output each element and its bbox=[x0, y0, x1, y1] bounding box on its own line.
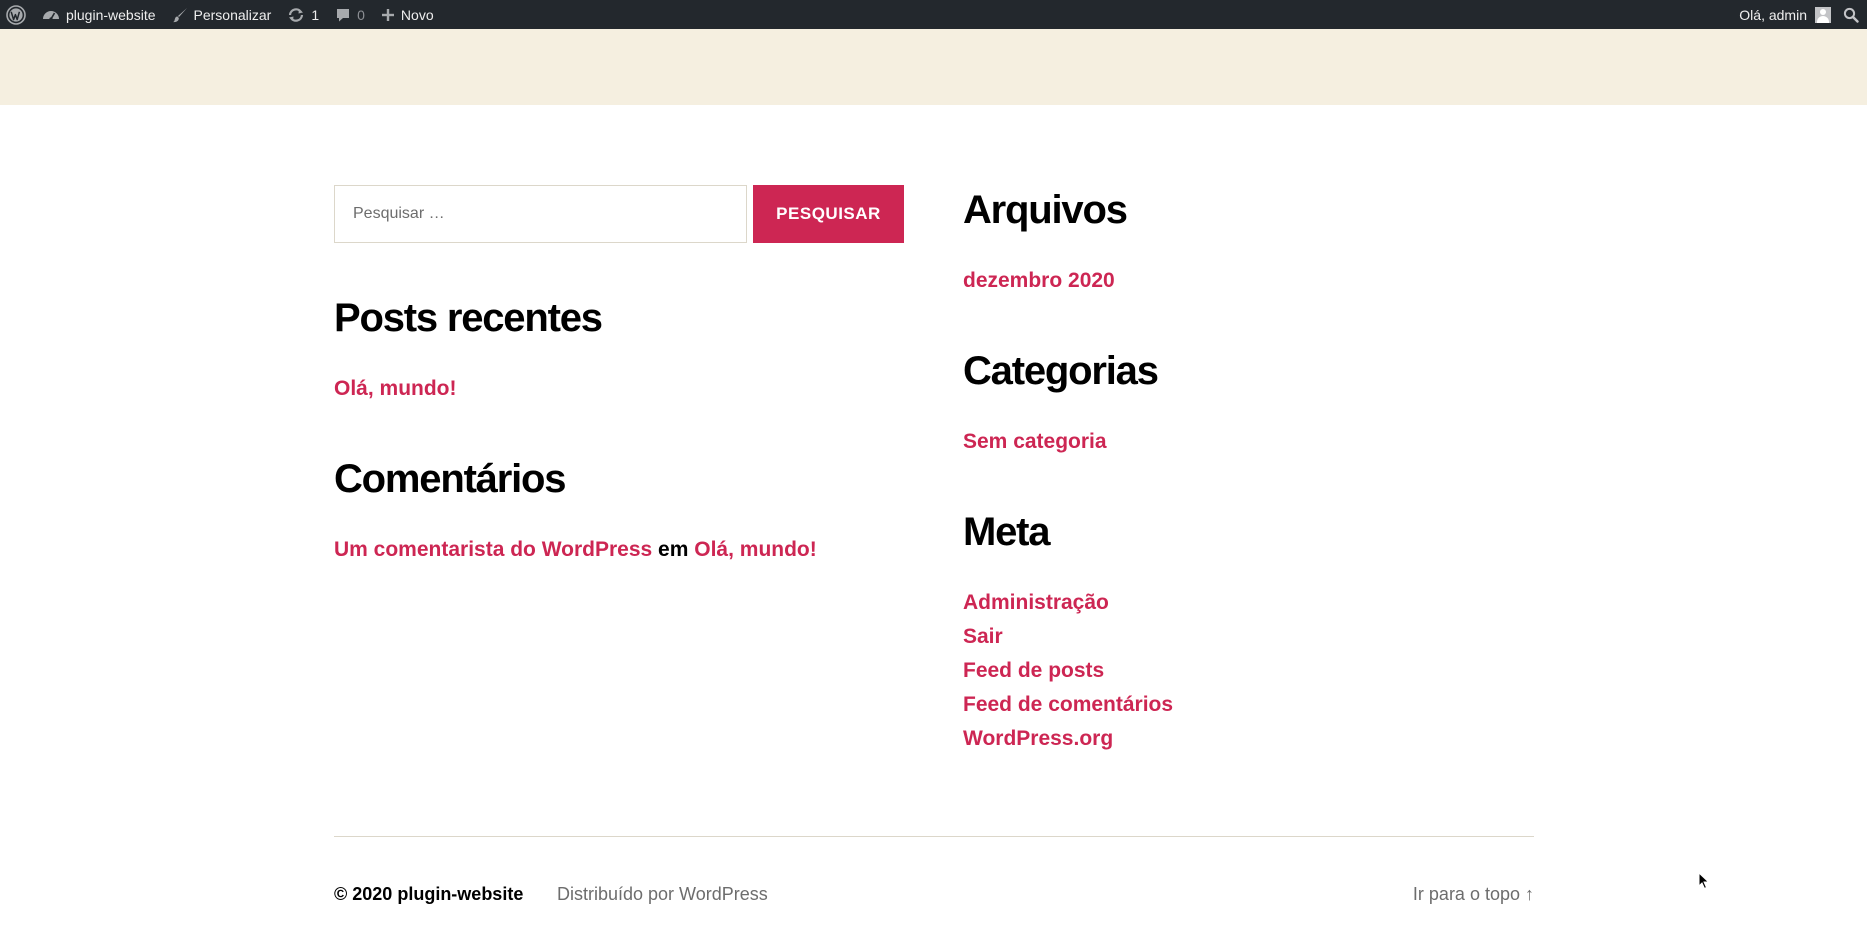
meta-link-logout[interactable]: Sair bbox=[963, 626, 1003, 647]
new-content-menu[interactable]: Novo bbox=[373, 0, 442, 29]
admin-bar-right: Olá, admin bbox=[1731, 0, 1867, 29]
back-to-top-link[interactable]: Ir para o topo ↑ bbox=[1413, 885, 1534, 903]
footer-copyright: © 2020 plugin-website bbox=[334, 885, 523, 903]
comments-count: 0 bbox=[357, 6, 365, 23]
admin-bar-left: plugin-website Personalizar 1 0 Novo bbox=[0, 0, 442, 29]
recent-posts-title: Posts recentes bbox=[334, 296, 603, 340]
avatar bbox=[1815, 6, 1831, 23]
recent-post-link[interactable]: Olá, mundo! bbox=[334, 378, 457, 399]
archives-title: Arquivos bbox=[963, 188, 1128, 232]
meta-link-wordpress-org[interactable]: WordPress.org bbox=[963, 728, 1113, 749]
account-greeting: Olá, admin bbox=[1739, 6, 1807, 23]
site-name-label: plugin-website bbox=[66, 6, 156, 23]
new-label: Novo bbox=[400, 6, 434, 23]
copyright-prefix: © 2020 bbox=[334, 884, 393, 904]
recent-comment: Um comentarista do WordPress em Olá, mun… bbox=[334, 539, 817, 560]
customize-label: Personalizar bbox=[193, 6, 272, 23]
meta-link-comments-feed[interactable]: Feed de comentários bbox=[963, 694, 1173, 715]
category-link[interactable]: Sem categoria bbox=[963, 431, 1107, 452]
search-input[interactable] bbox=[334, 185, 747, 243]
archive-link[interactable]: dezembro 2020 bbox=[963, 270, 1115, 291]
site-name-menu[interactable]: plugin-website bbox=[34, 0, 164, 29]
footer-site-link[interactable]: plugin-website bbox=[397, 884, 523, 904]
powered-by-link[interactable]: Distribuído por WordPress bbox=[557, 885, 768, 903]
site-header-band bbox=[0, 29, 1867, 105]
comment-connector: em bbox=[658, 538, 689, 561]
admin-bar: plugin-website Personalizar 1 0 Novo Olá… bbox=[0, 0, 1867, 29]
comment-author-link[interactable]: Um comentarista do WordPress bbox=[334, 538, 652, 561]
my-account-menu[interactable]: Olá, admin bbox=[1731, 0, 1839, 29]
meta-title: Meta bbox=[963, 510, 1051, 554]
meta-link-admin[interactable]: Administração bbox=[963, 592, 1109, 613]
wordpress-logo-icon bbox=[6, 4, 26, 25]
search-icon bbox=[1843, 7, 1859, 23]
plus-icon bbox=[381, 8, 394, 21]
updates-count: 1 bbox=[311, 6, 320, 23]
meta-link-posts-feed[interactable]: Feed de posts bbox=[963, 660, 1104, 681]
updates-icon bbox=[289, 7, 304, 22]
dashboard-icon bbox=[43, 10, 59, 21]
comment-bubble-icon bbox=[337, 8, 350, 21]
customize-menu[interactable]: Personalizar bbox=[164, 0, 280, 29]
mouse-cursor-icon bbox=[1698, 872, 1710, 890]
comments-title: Comentários bbox=[334, 457, 566, 501]
comments-menu[interactable]: 0 bbox=[327, 0, 373, 29]
paintbrush-icon bbox=[172, 7, 187, 22]
search-button[interactable]: PESQUISAR bbox=[753, 185, 904, 243]
wordpress-logo-menu[interactable] bbox=[0, 0, 34, 29]
categories-title: Categorias bbox=[963, 349, 1159, 393]
comment-post-link[interactable]: Olá, mundo! bbox=[694, 538, 817, 561]
search-form: PESQUISAR bbox=[334, 185, 904, 243]
admin-search-button[interactable] bbox=[1839, 0, 1867, 29]
updates-menu[interactable]: 1 bbox=[279, 0, 327, 29]
footer-divider bbox=[334, 836, 1534, 837]
